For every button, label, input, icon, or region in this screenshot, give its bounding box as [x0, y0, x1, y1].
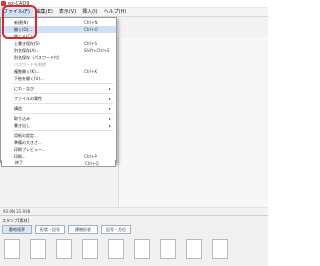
menu-item-label: 下絵を開く(U)...	[14, 75, 44, 81]
menu-item-open-multiple[interactable]: 複数開く(K)... Ctrl+K	[1, 68, 116, 75]
menu-item-preparation-size[interactable]: 準備の大きさ...	[1, 139, 116, 146]
stamp-tile[interactable]	[30, 239, 46, 259]
stamp-tile[interactable]	[186, 239, 202, 259]
menu-item-shortcut: Ctrl+O	[84, 27, 98, 32]
coordinate-readout: 93.9N 31.938	[0, 207, 268, 214]
submenu-arrow-icon: ▸	[109, 86, 112, 91]
menu-item-page-setup[interactable]: 用紙の設定...	[1, 132, 116, 139]
menu-item-shortcut: Ctrl+N	[84, 20, 98, 25]
menu-item-open[interactable]: 開く(O)... Ctrl+O	[1, 26, 116, 33]
menu-item-save-as-password[interactable]: 別名保存（パスワード付）	[1, 54, 116, 61]
submenu-arrow-icon: ▸	[109, 123, 112, 128]
menu-item-label: 取り込み	[14, 115, 30, 121]
menu-item-label: 新規(N)	[14, 19, 29, 25]
menu-item-label: 別名保存（パスワード付）	[14, 54, 62, 60]
menu-item-export[interactable]: 書き出し ▸	[1, 122, 116, 129]
menu-item-label: 印刷プレビュー...	[14, 146, 46, 152]
stamp-tab-shapes-symbols[interactable]: 形状・記号	[35, 225, 65, 234]
menu-item-exit[interactable]: 終了 Ctrl+Q	[1, 160, 116, 167]
menu-item-save-as[interactable]: 別名保存(A)... Shift+Ctrl+S	[1, 47, 116, 54]
menu-item-close[interactable]: 閉じる(C)	[1, 33, 116, 40]
menu-item-open-underlay[interactable]: 下絵を開く(U)...	[1, 75, 116, 82]
stamp-tabs: 敷地境界 形状・記号 建物形状 記号・方位	[2, 225, 131, 234]
menu-separator	[13, 103, 113, 104]
menu-separator	[13, 83, 113, 84]
app-logo-icon	[1, 1, 6, 6]
menu-item-label: ファイルの属性	[14, 95, 42, 101]
menu-item-print-preview[interactable]: 印刷プレビュー...	[1, 146, 116, 153]
stamp-tab-symbols-direction[interactable]: 記号・方位	[101, 225, 131, 234]
menu-item-file-attributes[interactable]: ファイルの属性 ▸	[1, 95, 116, 102]
menu-item-label: 複数開く(K)...	[14, 68, 40, 74]
stamp-tile[interactable]	[82, 239, 98, 259]
drawing-canvas[interactable]	[118, 37, 268, 211]
menu-item-label: 準備の大きさ...	[14, 139, 42, 145]
menu-item-structure[interactable]: 構造 ▸	[1, 105, 116, 112]
menu-file[interactable]: ファイル(F)	[0, 7, 33, 17]
stamp-tab-building-shapes[interactable]: 建物形状	[68, 225, 98, 234]
submenu-arrow-icon: ▸	[109, 96, 112, 101]
submenu-arrow-icon: ▸	[109, 116, 112, 121]
menu-bar: ファイル(F) 編集(E) 表示(V) 挿入(I) ヘルプ(H)	[0, 7, 268, 17]
menu-item-label: 閉じる(C)	[14, 33, 32, 39]
menu-item-label: 終了	[15, 160, 23, 165]
menu-item-label: にわ・なび	[14, 85, 34, 91]
submenu-arrow-icon: ▸	[109, 106, 112, 111]
stamp-panel: スタンプ[素材] 敷地境界 形状・記号 建物形状 記号・方位	[0, 215, 268, 266]
stamp-tiles	[4, 239, 228, 259]
menu-item-import[interactable]: 取り込み ▸	[1, 115, 116, 122]
menu-item-shortcut: Ctrl+P	[84, 154, 97, 159]
menu-item-label: パスワードを削除	[14, 61, 46, 67]
menu-item-shortcut: Ctrl+S	[84, 41, 98, 46]
menu-item-label: 別名保存(A)...	[14, 47, 40, 53]
menu-item-label: 用紙の設定...	[14, 132, 38, 138]
stamp-tab-site-boundary[interactable]: 敷地境界	[2, 225, 32, 234]
menu-item-shortcut: Shift+Ctrl+S	[84, 48, 110, 53]
menu-separator	[13, 113, 113, 114]
menu-insert[interactable]: 挿入(I)	[79, 8, 100, 17]
stamp-tile[interactable]	[108, 239, 124, 259]
menu-item-label: 書き出し	[14, 122, 30, 128]
menu-separator	[13, 130, 113, 131]
menu-item-label: 上書き保存(S)	[14, 40, 40, 46]
menu-item-shortcut: Ctrl+K	[84, 69, 98, 74]
menu-item-save[interactable]: 上書き保存(S) Ctrl+S	[1, 40, 116, 47]
window-title: ez-CAD9	[8, 0, 30, 7]
menu-help[interactable]: ヘルプ(H)	[101, 8, 130, 17]
menu-item-label: 構造	[14, 105, 22, 111]
menu-view[interactable]: 表示(V)	[56, 8, 79, 17]
menu-item-print[interactable]: 印刷... Ctrl+P	[1, 153, 116, 160]
menu-item-label: 印刷...	[14, 153, 26, 159]
menu-item-new[interactable]: 新規(N) Ctrl+N	[1, 19, 116, 26]
menu-edit[interactable]: 編集(E)	[33, 8, 56, 17]
menu-item-label: 開く(O)...	[14, 26, 33, 32]
stamp-tile[interactable]	[56, 239, 72, 259]
menu-item-niwa-navi[interactable]: にわ・なび ▸	[1, 85, 116, 92]
stamp-tile[interactable]	[4, 239, 20, 259]
stamp-tile[interactable]	[134, 239, 150, 259]
stamp-panel-title: スタンプ[素材]	[2, 218, 30, 223]
stamp-tile[interactable]	[160, 239, 176, 259]
menu-item-remove-password: パスワードを削除	[1, 61, 116, 68]
menu-separator	[13, 93, 113, 94]
stamp-tile[interactable]	[212, 239, 228, 259]
menu-item-shortcut: Ctrl+Q	[85, 160, 99, 166]
file-menu-dropdown: 新規(N) Ctrl+N 開く(O)... Ctrl+O 閉じる(C) 上書き保…	[0, 17, 117, 163]
